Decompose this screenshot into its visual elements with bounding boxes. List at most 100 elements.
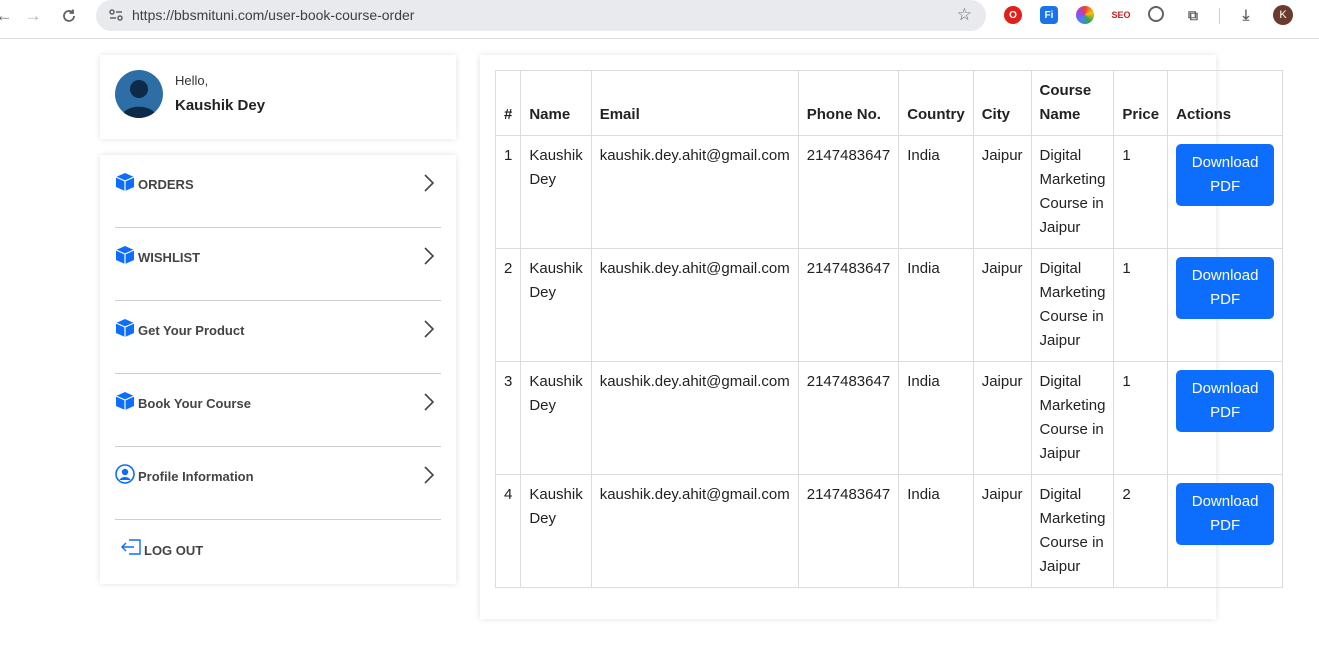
seo-extension-icon[interactable]: SEO — [1112, 6, 1131, 24]
cell-price: 1 — [1113, 248, 1169, 362]
chevron-right-icon — [424, 466, 435, 484]
table-row: 3 Kaushik Dey kaushik.dey.ahit@gmail.com… — [494, 361, 1284, 475]
col-number: # — [494, 70, 522, 136]
download-pdf-button[interactable]: Download PDF — [1176, 370, 1275, 432]
col-email: Email — [590, 70, 799, 136]
cell-city: Jaipur — [972, 474, 1032, 588]
col-actions: Actions — [1167, 70, 1284, 136]
cell-course-name: Digital Marketing Course in Jaipur — [1030, 361, 1115, 475]
puzzle-extensions-icon[interactable]: ⧉ — [1184, 6, 1202, 24]
table-row: 4 Kaushik Dey kaushik.dey.ahit@gmail.com… — [494, 474, 1284, 588]
cell-number: 4 — [494, 474, 522, 588]
menu-item-profile-information[interactable]: Profile Information — [115, 447, 441, 520]
cell-price: 1 — [1113, 361, 1169, 475]
profile-avatar[interactable]: K — [1273, 5, 1293, 25]
download-pdf-button[interactable]: Download PDF — [1176, 483, 1275, 545]
opera-icon[interactable]: O — [1004, 6, 1022, 24]
cell-number: 1 — [494, 135, 522, 249]
box-icon — [115, 392, 135, 410]
cell-actions: Download PDF — [1167, 248, 1284, 362]
col-course-name: Course Name — [1030, 70, 1115, 136]
cell-country: India — [898, 474, 974, 588]
cell-city: Jaipur — [972, 248, 1032, 362]
fi-extension-icon[interactable]: Fi — [1040, 6, 1058, 24]
cell-email: kaushik.dey.ahit@gmail.com — [590, 248, 799, 362]
menu-item-label: Get Your Product — [138, 323, 245, 338]
cell-phone: 2147483647 — [797, 474, 900, 588]
table-row: 2 Kaushik Dey kaushik.dey.ahit@gmail.com… — [494, 248, 1284, 362]
cell-number: 2 — [494, 248, 522, 362]
course-orders-panel: # Name Email Phone No. Country City Cour… — [480, 55, 1284, 619]
menu-item-label: Book Your Course — [138, 396, 251, 411]
cell-name: Kaushik Dey — [520, 361, 592, 475]
grammarly-icon[interactable] — [1148, 6, 1164, 22]
url-text: https://bbsmituni.com/user-book-course-o… — [132, 7, 415, 23]
download-icon[interactable]: ⤓ — [1237, 6, 1255, 24]
col-city: City — [972, 70, 1032, 136]
cell-name: Kaushik Dey — [520, 135, 592, 249]
address-bar[interactable]: https://bbsmituni.com/user-book-course-o… — [96, 0, 986, 31]
account-menu: ORDERS WISHLIST Get Your Product Book Yo… — [100, 155, 456, 584]
box-icon — [115, 246, 135, 264]
table-row: 1 Kaushik Dey kaushik.dey.ahit@gmail.com… — [494, 135, 1284, 249]
cell-email: kaushik.dey.ahit@gmail.com — [590, 361, 799, 475]
cell-phone: 2147483647 — [797, 135, 900, 249]
cell-country: India — [898, 361, 974, 475]
chevron-right-icon — [424, 320, 435, 338]
cell-phone: 2147483647 — [797, 361, 900, 475]
cell-name: Kaushik Dey — [520, 474, 592, 588]
cell-email: kaushik.dey.ahit@gmail.com — [590, 474, 799, 588]
browser-toolbar: ← → https://bbsmituni.com/user-book-cour… — [0, 0, 1319, 39]
col-phone: Phone No. — [797, 70, 900, 136]
cell-country: India — [898, 248, 974, 362]
menu-item-orders[interactable]: ORDERS — [115, 155, 441, 228]
cell-course-name: Digital Marketing Course in Jaipur — [1030, 135, 1115, 249]
box-icon — [115, 319, 135, 337]
col-name: Name — [520, 70, 592, 136]
user-greeting-card: Hello, Kaushik Dey — [100, 55, 456, 139]
site-settings-icon[interactable] — [108, 7, 124, 23]
user-name: Kaushik Dey — [175, 97, 266, 114]
menu-item-wishlist[interactable]: WISHLIST — [115, 228, 441, 301]
chevron-right-icon — [424, 174, 435, 192]
download-pdf-button[interactable]: Download PDF — [1176, 257, 1275, 319]
cell-price: 2 — [1113, 474, 1169, 588]
chevron-right-icon — [424, 247, 435, 265]
logout-icon — [121, 539, 141, 555]
logout-label: LOG OUT — [144, 543, 204, 558]
cell-number: 3 — [494, 361, 522, 475]
menu-item-get-your-product[interactable]: Get Your Product — [115, 301, 441, 374]
avatar — [115, 70, 163, 118]
col-price: Price — [1113, 70, 1169, 136]
table-header-row: # Name Email Phone No. Country City Cour… — [494, 70, 1284, 136]
cell-course-name: Digital Marketing Course in Jaipur — [1030, 248, 1115, 362]
course-orders-table: # Name Email Phone No. Country City Cour… — [494, 70, 1284, 588]
cell-actions: Download PDF — [1167, 361, 1284, 475]
menu-item-label: ORDERS — [138, 177, 194, 192]
reload-icon[interactable] — [57, 4, 81, 28]
greeting-label: Hello, — [175, 73, 209, 88]
cell-email: kaushik.dey.ahit@gmail.com — [590, 135, 799, 249]
cell-course-name: Digital Marketing Course in Jaipur — [1030, 474, 1115, 588]
color-wheel-icon[interactable] — [1076, 6, 1094, 24]
chevron-right-icon — [424, 393, 435, 411]
cell-actions: Download PDF — [1167, 135, 1284, 249]
cell-country: India — [898, 135, 974, 249]
cell-price: 1 — [1113, 135, 1169, 249]
toolbar-divider — [1219, 8, 1220, 24]
forward-icon[interactable]: → — [21, 4, 45, 28]
cell-city: Jaipur — [972, 135, 1032, 249]
menu-item-label: Profile Information — [138, 469, 254, 484]
col-country: Country — [898, 70, 974, 136]
bookmark-star-icon[interactable]: ☆ — [957, 5, 972, 25]
cell-actions: Download PDF — [1167, 474, 1284, 588]
cell-phone: 2147483647 — [797, 248, 900, 362]
download-pdf-button[interactable]: Download PDF — [1176, 144, 1275, 206]
menu-item-book-your-course[interactable]: Book Your Course — [115, 374, 441, 447]
box-icon — [115, 173, 135, 191]
cell-name: Kaushik Dey — [520, 248, 592, 362]
menu-item-label: WISHLIST — [138, 250, 201, 265]
user-circle-icon — [115, 464, 135, 484]
cell-city: Jaipur — [972, 361, 1032, 475]
back-icon[interactable]: ← — [0, 4, 16, 28]
